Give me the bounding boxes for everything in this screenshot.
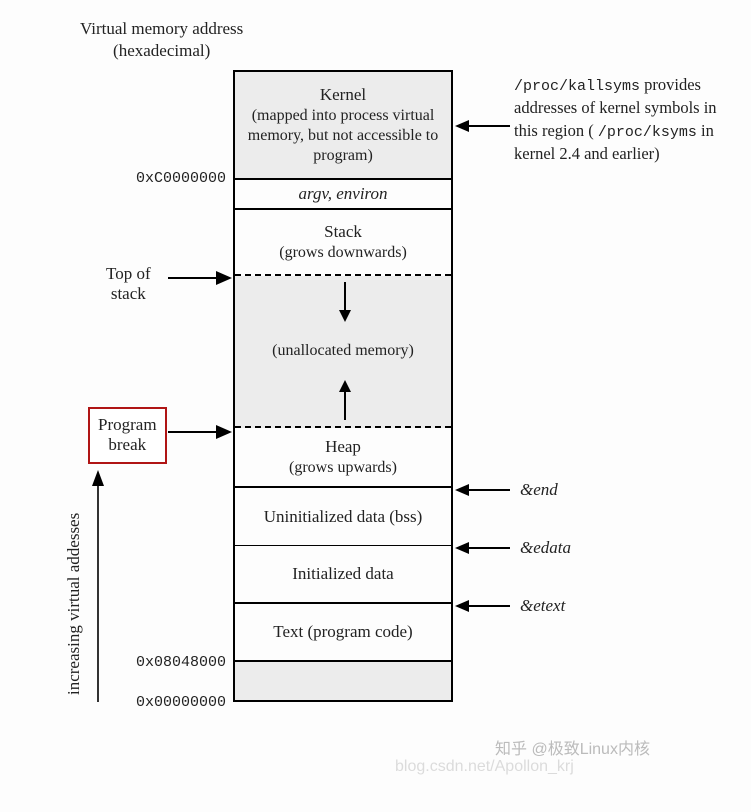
tos-l1: Top of — [106, 264, 151, 284]
pb-l1: Program — [98, 415, 157, 435]
segment-bss: Uninitialized data (bss) — [235, 488, 451, 546]
tos-l2: stack — [106, 284, 151, 304]
arrow-left-icon — [455, 596, 510, 616]
heap-sub: (grows upwards) — [289, 458, 397, 478]
top-of-stack-label: Top of stack — [106, 264, 151, 305]
arrow-right-icon — [168, 422, 232, 442]
segment-unallocated: (unallocated memory) — [235, 276, 451, 428]
segment-heap: Heap (grows upwards) — [235, 428, 451, 488]
arrow-up-long-icon — [88, 470, 108, 702]
bss-label: Uninitialized data (bss) — [264, 506, 423, 527]
segment-text: Text (program code) — [235, 604, 451, 662]
pb-l2: break — [98, 435, 157, 455]
arrow-up-icon — [335, 380, 355, 420]
symbol-etext: &etext — [520, 596, 565, 616]
symbol-end: &end — [520, 480, 558, 500]
title-line2: (hexadecimal) — [80, 40, 243, 62]
segment-reserved-low — [235, 662, 451, 702]
title-line1: Virtual memory address — [80, 18, 243, 40]
arrow-left-icon — [455, 116, 510, 136]
diagram-title: Virtual memory address (hexadecimal) — [80, 18, 243, 62]
segment-kernel: Kernel (mapped into process virtual memo… — [235, 72, 451, 180]
arrow-right-icon — [168, 268, 232, 288]
stack-sub: (grows downwards) — [279, 243, 407, 263]
segment-initialized-data: Initialized data — [235, 546, 451, 604]
addr-c0000000: 0xC0000000 — [130, 170, 226, 187]
watermark-csdn: blog.csdn.net/Apollon_krj — [395, 758, 574, 776]
heap-title: Heap — [325, 436, 361, 457]
watermark-zhihu: 知乎 @极致Linux内核 — [495, 735, 650, 759]
symbol-edata: &edata — [520, 538, 571, 558]
segment-argv-environ: argv, environ — [235, 180, 451, 210]
memory-layout-column: Kernel (mapped into process virtual memo… — [233, 70, 453, 702]
kallsyms-sym1: /proc/kallsyms — [514, 78, 640, 95]
addr-00000000: 0x00000000 — [130, 694, 226, 711]
arrow-down-icon — [335, 282, 355, 322]
arrow-left-icon — [455, 480, 510, 500]
segment-stack: Stack (grows downwards) — [235, 210, 451, 276]
unalloc-label: (unallocated memory) — [272, 341, 414, 361]
stack-title: Stack — [324, 221, 362, 242]
text-label: Text (program code) — [273, 621, 412, 642]
kallsyms-annotation: /proc/kallsyms provides addresses of ker… — [514, 74, 724, 165]
argv-label: argv, environ — [298, 183, 387, 204]
kallsyms-sym2: /proc/ksyms — [598, 124, 697, 141]
increasing-addresses-label: increasing virtual addesses — [64, 513, 84, 695]
addr-08048000: 0x08048000 — [130, 654, 226, 671]
arrow-left-icon — [455, 538, 510, 558]
data-label: Initialized data — [292, 563, 393, 584]
program-break-label: Program break — [88, 407, 167, 464]
kernel-title: Kernel — [320, 84, 366, 105]
kernel-sub: (mapped into process virtual memory, but… — [243, 106, 443, 166]
